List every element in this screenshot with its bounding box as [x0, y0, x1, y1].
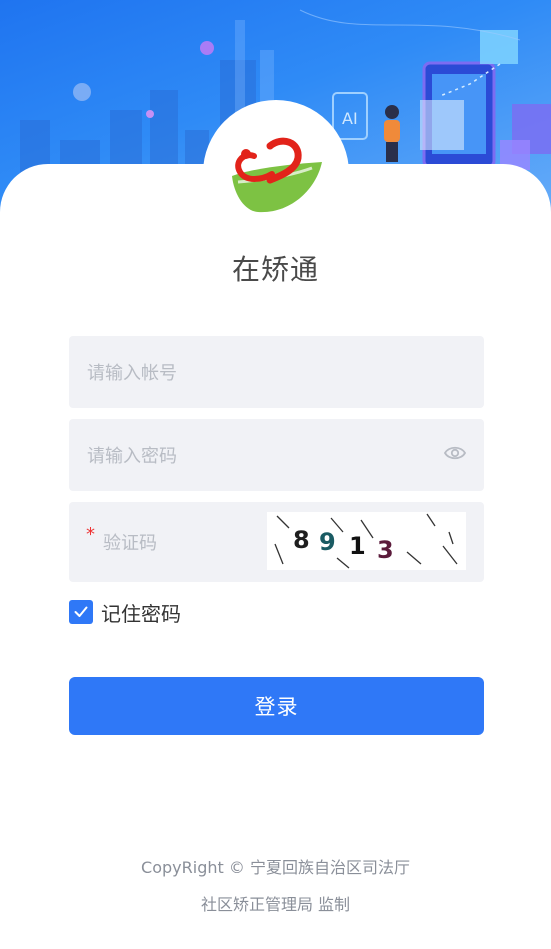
svg-text:1: 1 [349, 532, 366, 560]
svg-text:8: 8 [293, 526, 310, 554]
login-button[interactable]: 登录 [69, 677, 484, 735]
captcha-field[interactable]: * 8 9 1 3 [69, 502, 484, 584]
captcha-input[interactable] [101, 502, 265, 584]
required-mark: * [86, 524, 95, 545]
app-title: 在矫通 [231, 253, 319, 286]
svg-text:9: 9 [319, 528, 336, 556]
remember-label: 记住密码 [101, 601, 181, 626]
footer-copyright: CopyRight © 宁夏回族自治区司法厅 [141, 858, 410, 877]
captcha-graphic: 8 9 1 3 [274, 513, 458, 569]
account-input[interactable] [85, 336, 409, 410]
footer-supervisor: 社区矫正管理局 监制 [200, 895, 351, 914]
account-field[interactable] [69, 336, 484, 410]
svg-text:3: 3 [377, 536, 394, 564]
remember-password[interactable]: 记住密码 [69, 599, 181, 626]
captcha-image[interactable]: 8 9 1 3 [267, 512, 466, 570]
password-input[interactable] [85, 419, 409, 493]
remember-checkbox[interactable] [69, 600, 93, 624]
check-icon [74, 606, 88, 617]
eye-icon[interactable] [444, 444, 466, 462]
svg-text:AI: AI [342, 109, 358, 128]
password-field[interactable] [69, 419, 484, 493]
app-logo [232, 137, 322, 213]
